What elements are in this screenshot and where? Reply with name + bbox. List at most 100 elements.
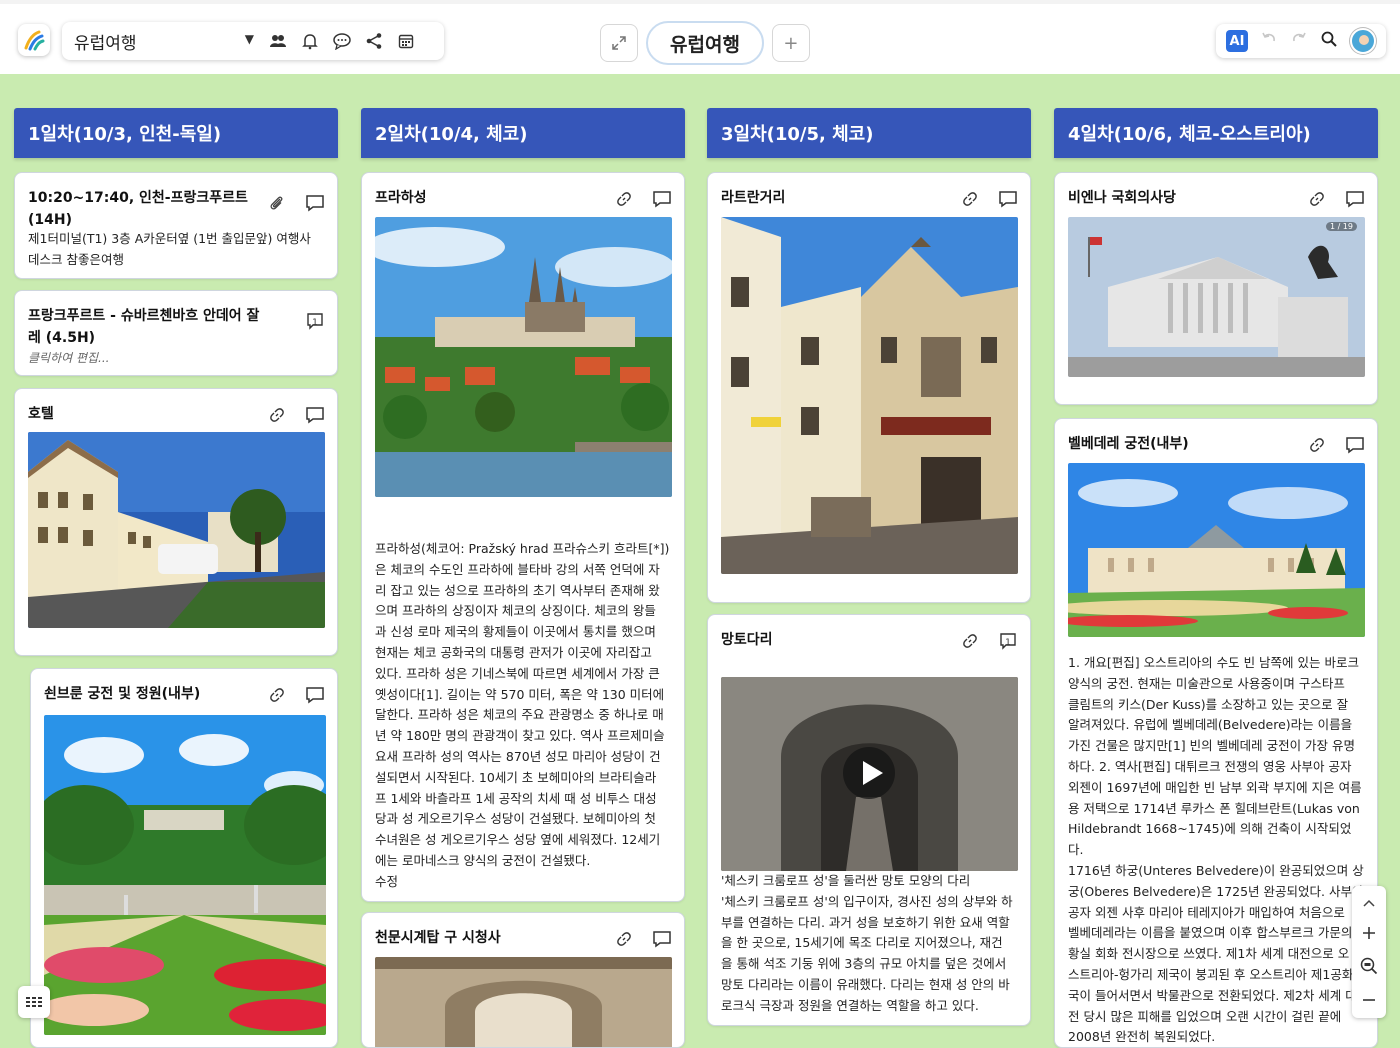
- link-icon[interactable]: [958, 629, 982, 653]
- cloak-bridge-video[interactable]: [721, 677, 1018, 871]
- parliament-photo[interactable]: 1 / 19: [1068, 217, 1365, 377]
- card-title: 호텔: [28, 406, 54, 422]
- card-parliament[interactable]: 비엔나 국회의사당 1 / 19: [1054, 172, 1378, 405]
- text-line: 양식의 궁전. 현재는 미술관으로 사용중이며 구스타프: [1068, 675, 1345, 691]
- text-line: 은 체코의 수도인 프라하에 블타바 강의 서쪽 언덕에 자: [375, 561, 660, 577]
- search-icon[interactable]: [1320, 30, 1338, 52]
- card-text: 제1터미널(T1) 3층 A카운터옆 (1번 출입문앞) 여행사 데스크 참좋은…: [28, 231, 311, 267]
- column-header[interactable]: 4일차(10/6, 체코-오스트리아): [1054, 108, 1378, 158]
- hotel-photo[interactable]: [28, 432, 325, 628]
- tab-board[interactable]: 유럽여행: [646, 21, 764, 65]
- column-header[interactable]: 1일차(10/3, 인천-독일): [14, 108, 338, 158]
- grid-view-button[interactable]: [18, 986, 50, 1018]
- card-cloak-bridge[interactable]: 망토다리 1 '체스키 크룸로프 성'을 둘러싼 망토 모양의 다리 '체스키 …: [707, 614, 1031, 1026]
- text-line: 로크식 극장과 정원을 연결하는 역할을 하고 있다.: [721, 997, 979, 1013]
- tab-bar: 유럽여행 +: [600, 21, 810, 65]
- clock-tower-photo[interactable]: [375, 957, 672, 1047]
- column-header[interactable]: 2일차(10/4, 체코): [361, 108, 685, 158]
- schonbrunn-photo[interactable]: [44, 715, 326, 1035]
- board-selector[interactable]: 유럽여행 ▼: [62, 22, 262, 60]
- zoom-in-icon[interactable]: [1362, 925, 1376, 944]
- column-day1: 1일차(10/3, 인천-독일) 10:20~17:40, 인천-프랑크푸르트 …: [14, 108, 338, 1048]
- text-line: 알려져있다. 유럽에 벨베데레(Belvedere)라는 이름을: [1068, 717, 1353, 733]
- ai-button[interactable]: AI: [1226, 30, 1248, 52]
- latran-photo[interactable]: [721, 217, 1018, 574]
- prague-castle-photo[interactable]: [375, 217, 672, 497]
- redo-icon[interactable]: [1290, 30, 1308, 52]
- comment-icon[interactable]: [1343, 433, 1367, 457]
- column-header[interactable]: 3일차(10/5, 체코): [707, 108, 1031, 158]
- paperclip-icon[interactable]: [265, 191, 289, 215]
- zoom-out-icon[interactable]: [1362, 992, 1376, 1011]
- comment-icon[interactable]: [1343, 187, 1367, 211]
- card-title: 라트란거리: [721, 190, 786, 206]
- card-belvedere[interactable]: 벨베데레 궁전(내부) 1. 개요[편집] 오스트리아의 수도 빈 남쪽에 있는…: [1054, 418, 1378, 1048]
- bell-icon[interactable]: [294, 22, 326, 60]
- link-icon[interactable]: [1305, 433, 1329, 457]
- board-name: 유럽여행: [74, 33, 137, 54]
- text-line: 1. 개요[편집] 오스트리아의 수도 빈 남쪽에 있는 바로크: [1068, 655, 1359, 670]
- text-line: 당과 성 게오르기우스 성당이 건설됐다. 보헤미아의 첫: [375, 811, 656, 827]
- link-icon[interactable]: [612, 927, 636, 951]
- card-prague-castle[interactable]: 프라하성 프라하성(체코어: Pražský hrad 프라슈스키 흐라트[*]…: [361, 172, 685, 902]
- text-line: 을 한 곳으로, 15세기에 목조 다리로 지어졌으나, 재건: [721, 935, 1003, 951]
- card-edit-hint[interactable]: 클릭하여 편집...: [28, 349, 110, 366]
- comment-count-icon[interactable]: 1: [303, 309, 327, 333]
- comment-icon[interactable]: [303, 683, 327, 707]
- zoom-reset-icon[interactable]: [1360, 957, 1378, 979]
- card-hotel[interactable]: 호텔: [14, 388, 338, 656]
- avatar[interactable]: [1350, 28, 1376, 54]
- share-icon[interactable]: [358, 22, 390, 60]
- link-icon[interactable]: [265, 683, 289, 707]
- text-line: 옛성이다[1]. 길이는 약 570 미터, 폭은 약 130 미터에: [375, 686, 665, 702]
- belvedere-photo[interactable]: [1068, 463, 1365, 637]
- text-line: '체스키 크룸로프 성'을 둘러싼 망토 모양의 다리: [721, 873, 971, 888]
- grid-icon: [26, 997, 42, 1007]
- card-schonbrunn[interactable]: 쇤브룬 궁전 및 정원(내부): [30, 668, 338, 1048]
- column-day4: 4일차(10/6, 체코-오스트리아) 비엔나 국회의사당 1 / 19 벨베데…: [1054, 108, 1378, 1048]
- people-icon[interactable]: [262, 22, 294, 60]
- card-title: 망토다리: [721, 632, 773, 648]
- text-line: 2008년 완전히 복원되었다.: [1068, 1029, 1216, 1045]
- text-line: Hildebrandt 1668~1745)에 의해 건축이 시작되었다.: [1068, 821, 1352, 858]
- link-icon[interactable]: [265, 403, 289, 427]
- text-line: 망토 다리라는 이름이 유래했다. 다리는 현재 성 안의 바: [721, 976, 1010, 992]
- card-title: 10:20~17:40, 인천-프랑크푸르트 (14H): [28, 190, 248, 228]
- board-toolbar: 유럽여행 ▼: [62, 22, 444, 60]
- calendar-icon[interactable]: [390, 22, 422, 60]
- comment-icon[interactable]: [303, 191, 327, 215]
- card-title: 프라하성: [375, 190, 427, 206]
- text-line: 설되면서 시작된다. 10세기 초 보헤미아의 브라티슬라: [375, 769, 657, 785]
- comment-icon[interactable]: [303, 403, 327, 427]
- text-line: 을 통해 석조 기둥 위에 3층의 규모 아치를 덮은 것에서: [721, 956, 1007, 972]
- undo-icon[interactable]: [1260, 30, 1278, 52]
- zoom-controls: [1352, 886, 1386, 1018]
- comment-icon[interactable]: [650, 927, 674, 951]
- chat-icon[interactable]: [326, 22, 358, 60]
- link-icon[interactable]: [612, 187, 636, 211]
- card-flight[interactable]: 10:20~17:40, 인천-프랑크푸르트 (14H) 제1터미널(T1) 3…: [14, 172, 338, 279]
- text-line: 외젠이 1697년에 매입한 빈 남부 외곽 부지에 지은 여름: [1068, 779, 1362, 795]
- text-line: 요새 프라하 성의 역사는 870년 성모 마리아 성당이 건: [375, 748, 661, 764]
- link-icon[interactable]: [958, 187, 982, 211]
- logo-icon[interactable]: [18, 24, 50, 56]
- text-line: 클림트의 키스(Der Kuss)를 소장하고 있는 곳으로 잘: [1068, 696, 1349, 712]
- add-tab-button[interactable]: +: [771, 24, 810, 62]
- scroll-up-icon[interactable]: [1362, 893, 1376, 912]
- card-clock-tower[interactable]: 천문시계탑 구 시청사: [361, 912, 685, 1048]
- expand-icon[interactable]: [600, 24, 638, 62]
- top-bar: 유럽여행 ▼ 유럽여행 + AI: [0, 0, 1400, 74]
- text-line: 하다. 2. 역사[편집] 대튀르크 전쟁의 영웅 사부아 공자: [1068, 758, 1352, 774]
- card-transfer[interactable]: 프랑크푸르트 - 슈바르첸바흐 안데어 잘레 (4.5H) 1 클릭하여 편집.…: [14, 290, 338, 376]
- card-title: 쇤브룬 궁전 및 정원(내부): [44, 686, 201, 702]
- card-title: 천문시계탑 구 시청사: [375, 930, 501, 946]
- card-latran[interactable]: 라트란거리: [707, 172, 1031, 603]
- link-icon[interactable]: [1305, 187, 1329, 211]
- text-line: 스트리아-헝가리 제국이 붕괴된 후 오스트리아 제1공화: [1068, 966, 1354, 982]
- comment-count-icon[interactable]: 1: [996, 629, 1020, 653]
- text-line: 국이 들어서면서 박물관으로 전환되었다. 제2차 세계 대: [1068, 987, 1357, 1003]
- comment-icon[interactable]: [650, 187, 674, 211]
- comment-icon[interactable]: [996, 187, 1020, 211]
- text-line: 년 약 180만 명의 관광객이 찾고 있다. 역사 프르제미슬: [375, 728, 665, 744]
- right-toolbar: AI: [1216, 24, 1386, 58]
